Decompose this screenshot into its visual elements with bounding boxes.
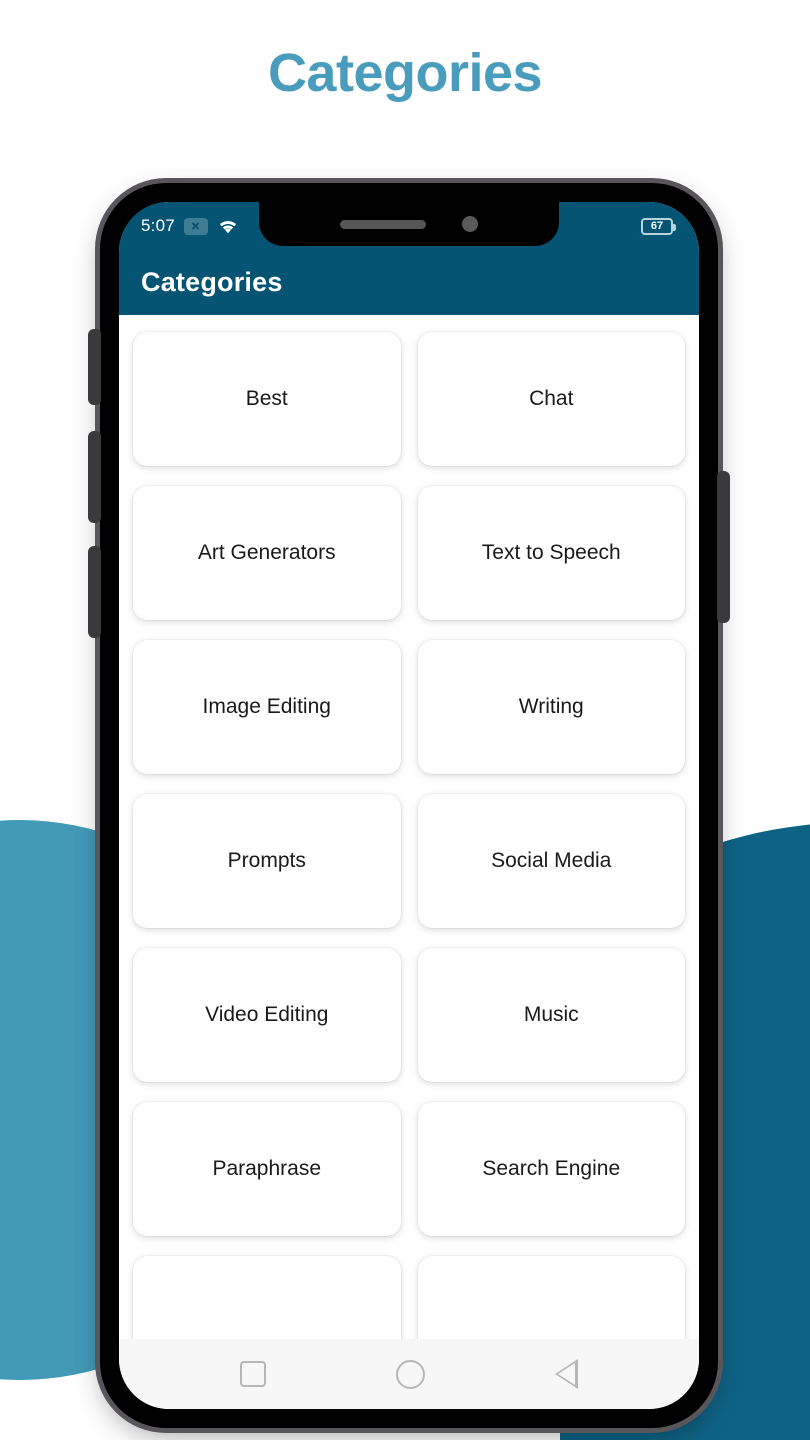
category-card-label: Art Generators (197, 541, 336, 564)
category-card[interactable]: Paraphrase (133, 1102, 401, 1236)
bixby-button[interactable] (88, 546, 101, 638)
categories-scroll-area[interactable]: Best Chat Art Generators Text to Speech … (119, 315, 699, 1339)
square-icon[interactable] (240, 1361, 266, 1387)
categories-grid: Best Chat Art Generators Text to Speech … (133, 332, 685, 1339)
volume-down-button[interactable] (88, 431, 101, 523)
category-card[interactable]: Social Media (417, 794, 685, 928)
category-card[interactable]: Writing (417, 640, 685, 774)
wifi-icon (217, 218, 239, 235)
category-card[interactable]: Search Engine (417, 1102, 685, 1236)
category-card-label: Text to Speech (481, 541, 621, 564)
status-bar-time: 5:07 (141, 216, 175, 235)
category-card-label: Prompts (227, 849, 306, 872)
category-card-label: Video Editing (205, 1003, 329, 1026)
triangle-left-icon[interactable] (555, 1359, 578, 1389)
category-card-label: Image Editing (202, 695, 331, 718)
category-card-label: Social Media (491, 849, 612, 872)
category-card[interactable]: Art Generators (133, 486, 401, 620)
category-card[interactable]: Text to Speech (417, 486, 685, 620)
category-card[interactable]: Best (133, 332, 401, 466)
category-card[interactable]: Image Editing (133, 640, 401, 774)
category-card-label: Search Engine (482, 1157, 621, 1180)
battery-level-label: 67 (650, 219, 664, 232)
app-bar: Categories (119, 250, 699, 315)
speaker-grille-icon (340, 219, 426, 229)
category-card[interactable] (133, 1256, 401, 1339)
app-bar-title: Categories (141, 267, 283, 297)
category-card-label: Music (523, 1003, 579, 1026)
volume-up-button[interactable] (88, 329, 101, 405)
circle-icon[interactable] (396, 1359, 425, 1389)
android-navigation-bar (119, 1339, 699, 1409)
category-card[interactable]: Chat (417, 332, 685, 466)
battery-icon: 67 (641, 217, 676, 235)
category-card-label: Paraphrase (212, 1157, 322, 1180)
front-camera-icon (462, 216, 478, 232)
phone-screen: 5:07 67 Categories Best Chat Art Generat… (119, 202, 699, 1409)
category-card[interactable]: Music (417, 948, 685, 1082)
phone-notch (259, 202, 559, 246)
category-card[interactable]: Prompts (133, 794, 401, 928)
category-card[interactable] (417, 1256, 685, 1339)
phone-mockup-frame: 5:07 67 Categories Best Chat Art Generat… (88, 183, 730, 1428)
page-title: Categories (267, 43, 543, 103)
category-card-label: Chat (529, 387, 574, 410)
category-card[interactable]: Video Editing (133, 948, 401, 1082)
category-card-label: Writing (518, 695, 584, 718)
signal-off-icon (183, 217, 208, 235)
category-card-label: Best (245, 387, 288, 410)
app-store-screenshot: Categories 5:07 67 Categories Best Chat … (0, 0, 810, 1440)
power-button[interactable] (717, 471, 730, 623)
